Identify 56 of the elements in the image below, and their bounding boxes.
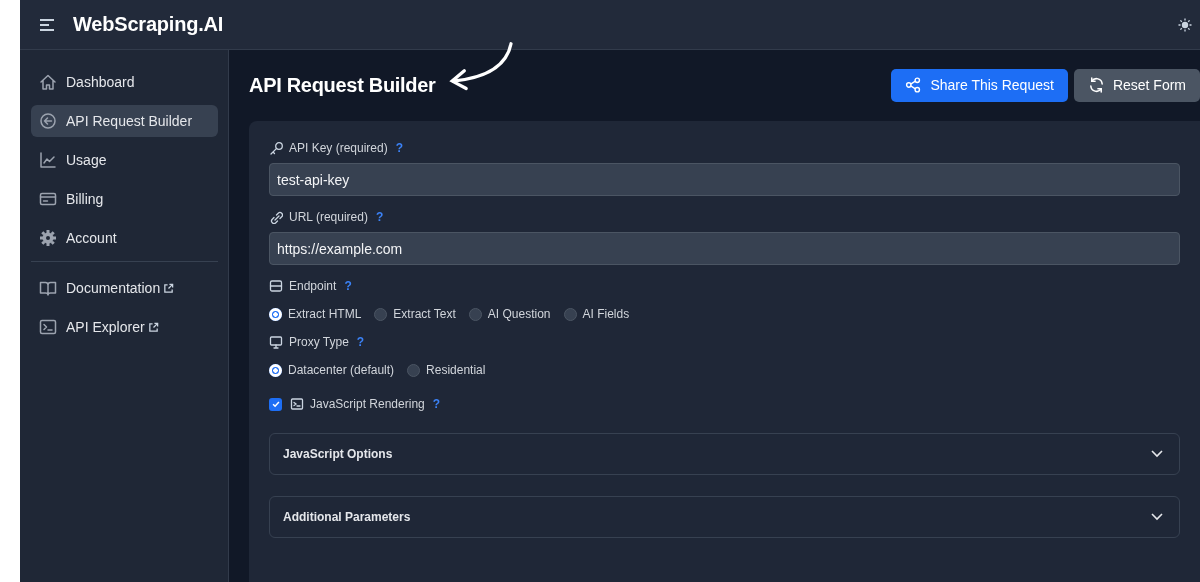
sidebar-item[interactable]: Documentation (31, 272, 218, 304)
radio-button[interactable] (374, 307, 388, 321)
option-label[interactable]: Extract HTML (288, 307, 362, 321)
input-field[interactable]: test-api-key (269, 163, 1180, 196)
server-icon (269, 279, 283, 293)
option-label[interactable]: Extract Text (393, 307, 456, 321)
radio-button[interactable] (407, 363, 421, 377)
collapsible-panel[interactable]: Additional Parameters (269, 496, 1180, 538)
input-field[interactable]: https://example.com (269, 232, 1180, 265)
chevron-down-icon (1151, 450, 1163, 458)
help-link[interactable]: ? (395, 141, 404, 155)
share-button[interactable]: Share This Request (891, 68, 1068, 102)
brand-name[interactable]: WebScraping.AI (73, 13, 224, 36)
gear-icon (39, 229, 57, 247)
refresh-icon (1087, 76, 1105, 94)
help-link[interactable]: ? (344, 279, 352, 293)
book-icon (39, 279, 57, 297)
key-icon (269, 141, 283, 155)
field-label: API Key (required) (289, 141, 388, 155)
sidebar-item[interactable]: API Request Builder (31, 105, 218, 137)
chevron-down-icon (1151, 513, 1163, 521)
terminal-icon (39, 318, 57, 336)
sun-icon[interactable] (1178, 17, 1192, 32)
sidebar-item[interactable]: API Explorer (31, 311, 218, 343)
radio-button[interactable] (269, 363, 282, 377)
sidebar-item[interactable]: Account (31, 222, 218, 254)
radio-button[interactable] (468, 307, 482, 321)
checkbox[interactable] (269, 397, 282, 411)
checkbox-label: JavaScript Rendering (310, 397, 425, 411)
page-title: API Request Builder (249, 73, 436, 97)
reset-button[interactable]: Reset Form (1073, 68, 1200, 102)
menu-icon[interactable] (39, 17, 55, 32)
help-link[interactable]: ? (356, 335, 365, 349)
credit-card-icon (39, 190, 57, 208)
radio-button[interactable] (269, 307, 282, 321)
group-label: Endpoint (289, 279, 337, 293)
home-icon (39, 73, 57, 91)
help-link[interactable]: ? (432, 397, 441, 411)
group-label: Proxy Type (289, 335, 349, 349)
option-label[interactable]: Residential (426, 363, 486, 377)
sidebar-item[interactable]: Billing (31, 183, 218, 215)
sidebar-item[interactable]: Usage (31, 144, 218, 176)
sidebar-item[interactable]: Dashboard (31, 66, 218, 98)
option-label[interactable]: AI Fields (582, 307, 630, 321)
collapsible-panel[interactable]: JavaScript Options (269, 433, 1180, 475)
link-icon (269, 210, 283, 224)
monitor-icon (269, 335, 283, 349)
help-link[interactable]: ? (375, 210, 384, 224)
option-label[interactable]: AI Question (487, 307, 551, 321)
share-icon (905, 76, 923, 94)
arrow-circle-icon (39, 112, 57, 130)
field-label: URL (required) (289, 210, 368, 224)
line-chart-icon (39, 151, 57, 169)
option-label[interactable]: Datacenter (default) (288, 363, 395, 377)
terminal-icon (290, 397, 304, 411)
radio-button[interactable] (563, 307, 577, 321)
